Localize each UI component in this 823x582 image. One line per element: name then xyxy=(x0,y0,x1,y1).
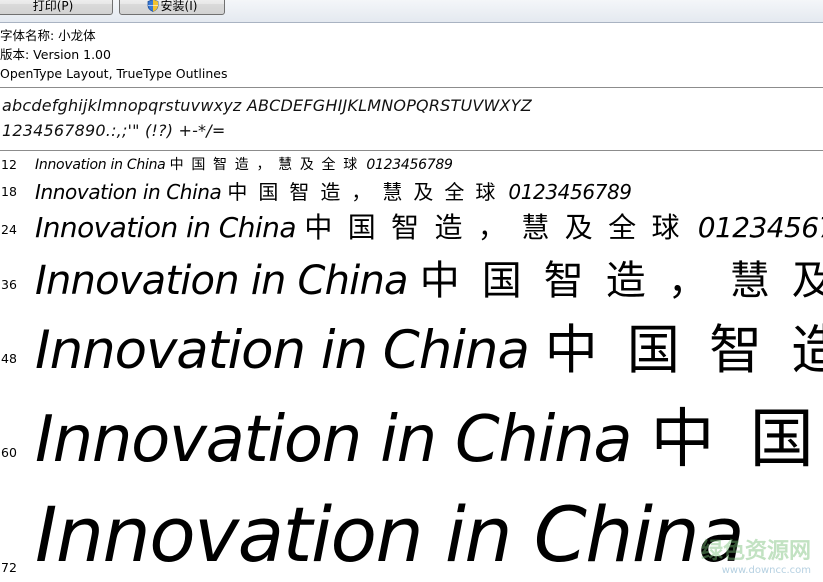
sample-row-18: 18 Innovation in China 中国智造，慧及全球 012345678… xyxy=(0,176,823,206)
size-label: 12 xyxy=(1,157,17,172)
watermark-url: www.downcc.com xyxy=(721,565,811,576)
character-set: abcdefghijklmnopqrstuvwxyz ABCDEFGHIJKLM… xyxy=(2,93,532,143)
watermark-text: 绿色资源网 xyxy=(700,539,811,564)
sample-digits: 0123456789 xyxy=(508,180,632,204)
toolbar: 打印(P) 安装(I) xyxy=(0,0,823,23)
font-version: 版本: Version 1.00 xyxy=(0,47,111,62)
sample-cjk: 中国智造 xyxy=(544,320,823,381)
size-label: 60 xyxy=(1,445,17,460)
install-button[interactable]: 安装(I) xyxy=(119,0,225,15)
sample-latin: Innovation in China xyxy=(35,258,409,304)
sample-text: Innovation in China中国智造 xyxy=(35,308,823,384)
print-button-label: 打印(P) xyxy=(32,0,74,13)
size-label: 72 xyxy=(1,560,17,575)
sample-text: Innovation in China中国智造，慧及全球0123456789 xyxy=(35,176,632,205)
sample-latin: Innovation in China xyxy=(35,403,633,477)
sample-latin: Innovation in China xyxy=(35,180,222,204)
sample-cjk: 中国智造，慧及全球 xyxy=(227,180,507,204)
print-button[interactable]: 打印(P) xyxy=(0,0,113,15)
sample-row-12: 12 Innovation in China 中国智造，慧及全球012345678… xyxy=(0,154,823,176)
size-label: 18 xyxy=(1,184,17,199)
size-label: 48 xyxy=(1,351,17,366)
watermark-logo: 绿色资源网 www.downcc.com xyxy=(701,533,811,576)
sample-row-72: 72 Innovation in China xyxy=(0,490,823,582)
divider xyxy=(0,87,823,88)
size-label: 24 xyxy=(1,222,17,237)
sample-cjk: 中国 xyxy=(650,403,823,477)
sample-row-36: 36 Innovation in China中国智造，慧及全 xyxy=(0,248,823,304)
font-type: OpenType Layout, TrueType Outlines xyxy=(0,66,228,81)
sample-latin: Innovation in China xyxy=(35,211,296,244)
sample-row-48: 48 Innovation in China中国智造 xyxy=(0,308,823,381)
sample-digits: 0123456789 xyxy=(366,157,453,173)
sample-cjk: 中国智造，慧及全球 xyxy=(304,211,695,244)
install-button-label: 安装(I) xyxy=(160,0,198,13)
sample-cjk: 中国智造，慧及全 xyxy=(419,258,823,304)
sample-latin: Innovation in China xyxy=(35,490,745,579)
font-info: 字体名称: 小龙体 版本: Version 1.00 OpenType Layo… xyxy=(0,26,823,83)
sample-text: Innovation in China中国智造，慧及全 xyxy=(35,248,823,306)
sample-latin: Innovation in China xyxy=(35,320,530,381)
sample-row-60: 60 Innovation in China 中国 xyxy=(0,388,823,478)
sample-row-24: 24 Innovation in China中国智造，慧及全球012345678… xyxy=(0,206,823,246)
font-name: 字体名称: 小龙体 xyxy=(0,28,96,43)
uac-shield-icon xyxy=(147,0,158,12)
sample-text: Innovation in China 中国 xyxy=(35,388,823,480)
charset-letters: abcdefghijklmnopqrstuvwxyz ABCDEFGHIJKLM… xyxy=(2,96,532,115)
sample-cjk: 中国智造，慧及全球 xyxy=(169,157,365,173)
size-label: 36 xyxy=(1,277,17,292)
sample-text: Innovation in China xyxy=(35,490,745,579)
font-preview-window: 打印(P) 安装(I) 字体名称: 小龙体 版本: Version 1.00 O… xyxy=(0,0,823,582)
sample-text: Innovation in China中国智造，慧及全球0123456789 xyxy=(35,154,453,174)
sample-text: Innovation in China中国智造，慧及全球0123456789 xyxy=(35,206,823,246)
sample-digits: 0123456789 xyxy=(697,211,823,244)
divider xyxy=(0,150,823,151)
charset-symbols: 1234567890.:,;'" (!?) +-*/= xyxy=(2,121,226,140)
sample-latin: Innovation in China xyxy=(35,157,166,173)
